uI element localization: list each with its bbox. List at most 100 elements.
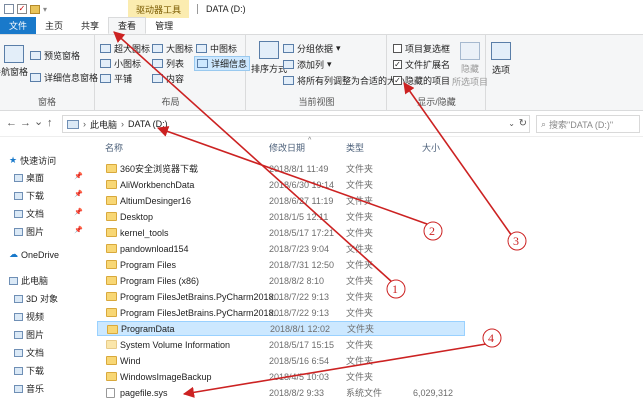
list-option[interactable]: 列表 [152,57,184,70]
file-row[interactable]: AliWorkbenchData 2018/6/30 19:14 文件夹 [97,177,465,192]
pin-icon[interactable]: 📌 [74,190,83,198]
nav-desktop[interactable]: 桌面 [14,171,44,184]
address-dropdown-icon[interactable]: ⌄ [508,119,515,128]
extra-large-icons-option[interactable]: 超大图标 [100,42,150,55]
file-name: AliWorkbenchData [120,179,195,190]
column-header-date[interactable]: 修改日期 [269,141,305,154]
group-by-button[interactable]: 分组依据 ▾ [283,42,341,55]
nav-pictures[interactable]: 图片 [14,225,44,238]
column-header-type[interactable]: 类型 [346,141,364,154]
folder-icon [106,356,117,365]
file-row[interactable]: 360安全浏览器下载 2018/8/1 11:49 文件夹 [97,161,465,176]
nav-downloads[interactable]: 下载 [14,189,44,202]
forward-icon[interactable]: → [20,117,31,129]
file-extensions-label: 文件扩展名 [405,60,451,70]
pin-icon[interactable]: 📌 [74,226,83,234]
file-row[interactable]: Program Files (x86) 2018/8/2 8:10 文件夹 [97,273,465,288]
file-row[interactable]: pagefile.sys 2018/8/2 9:33 系统文件 6,029,31… [97,385,465,400]
details-pane-icon [30,73,41,82]
file-row[interactable]: Program Files 2018/7/31 12:50 文件夹 [97,257,465,272]
small-icons-option[interactable]: 小图标 [100,57,141,70]
details-option[interactable]: 详细信息 [194,56,251,71]
nav-label: 图片 [26,330,45,340]
nav-documents[interactable]: 文档 [14,207,44,220]
preview-pane-button[interactable]: 预览窗格 [30,49,80,62]
tab-file[interactable]: 文件 [0,17,37,34]
nav-3d-objects[interactable]: 3D 对象 [14,292,58,305]
fit-columns-button[interactable]: 将所有列调整为合适的大小 [283,74,405,87]
refresh-icon[interactable]: ↻ [519,118,527,129]
nav-label: 音乐 [26,384,45,394]
hidden-items-checkbox[interactable]: ✓ [393,76,402,85]
tiles-option[interactable]: 平铺 [100,72,132,85]
content-label: 内容 [166,74,185,84]
add-column-button[interactable]: 添加列 ▾ [283,58,332,71]
breadcrumb-this-pc[interactable]: 此电脑 [90,118,117,131]
content-option[interactable]: 内容 [152,72,184,85]
tab-manage[interactable]: 管理 [146,17,182,34]
nav-music[interactable]: 音乐 [14,382,44,395]
item-checkboxes-option[interactable]: 项目复选框 [393,42,450,55]
navigation-pane-button[interactable]: 导航窗格 [0,45,28,78]
extra-large-icons-label: 超大图标 [114,44,151,54]
hide-selected-button[interactable]: 隐藏 所选项目 [452,42,488,88]
hidden-items-option[interactable]: ✓ 隐藏的项目 [393,74,450,87]
pin-icon[interactable]: 📌 [74,208,83,216]
column-header-name[interactable]: 名称 [105,141,123,154]
options-label: 选项 [491,65,510,75]
nav-documents-pc[interactable]: 文档 [14,346,44,359]
file-extensions-checkbox[interactable]: ✓ [393,60,402,69]
list-label: 列表 [166,59,185,69]
properties-icon[interactable] [4,4,14,14]
navigation-pane-label: 导航窗格 [0,67,29,77]
nav-downloads-pc[interactable]: 下载 [14,364,44,377]
file-row[interactable]: kernel_tools 2018/5/17 17:21 文件夹 [97,225,465,240]
nav-label: 视频 [26,312,45,322]
file-extensions-option[interactable]: ✓ 文件扩展名 [393,58,450,71]
nav-quick-access[interactable]: ★ 快速访问 [9,154,56,167]
file-row[interactable]: Desktop 2018/1/5 12:11 文件夹 [97,209,465,224]
back-icon[interactable]: ← [6,117,17,129]
tab-view[interactable]: 查看 [108,17,147,34]
up-icon[interactable]: ↑ [47,117,53,129]
download-icon [14,366,23,375]
recent-locations-icon[interactable]: ⌄ [34,115,43,128]
file-row[interactable]: System Volume Information 2018/5/17 15:1… [97,337,465,352]
item-checkboxes-checkbox[interactable] [393,44,402,53]
sort-by-button[interactable]: 排序方式 [251,41,287,75]
options-button[interactable]: 选项 [491,42,511,76]
file-type: 文件夹 [347,324,375,334]
file-row[interactable]: AltiumDesinger16 2018/6/27 11:19 文件夹 [97,193,465,208]
search-box[interactable]: ⌕ 搜索"DATA (D:)" [536,115,640,133]
tab-home[interactable]: 主页 [36,17,72,34]
file-row[interactable]: WindowsImageBackup 2018/4/5 10:03 文件夹 [97,369,465,384]
layout-group-label: 布局 [161,97,180,107]
file-row[interactable]: Program FilesJetBrains.PyCharm2018... 20… [97,289,465,304]
new-folder-icon[interactable] [30,4,40,14]
nav-videos[interactable]: 视频 [14,310,44,323]
breadcrumb-data-drive[interactable]: DATA (D:) [128,119,168,129]
nav-onedrive[interactable]: ☁ OneDrive [9,249,59,260]
hidden-items-label: 隐藏的项目 [405,76,451,86]
nav-pictures-pc[interactable]: 图片 [14,328,44,341]
medium-icons-icon [196,44,207,53]
checkmark-icon[interactable]: ✓ [17,4,27,14]
download-icon [14,191,23,200]
file-row[interactable]: Wind 2018/5/16 6:54 文件夹 [97,353,465,368]
folder-icon [106,276,117,285]
customize-dropdown-icon[interactable]: ▾ [43,5,47,14]
file-row-selected[interactable]: ProgramData 2018/8/1 12:02 文件夹 [97,321,465,336]
address-bar[interactable]: › 此电脑 › DATA (D:) ⌄ ↻ [62,115,530,133]
details-pane-button[interactable]: 详细信息窗格 [30,71,98,84]
file-row[interactable]: pandownload154 2018/7/23 9:04 文件夹 [97,241,465,256]
tab-share[interactable]: 共享 [72,17,108,34]
tiles-icon [100,74,111,83]
medium-icons-label: 中图标 [210,44,238,54]
large-icons-option[interactable]: 大图标 [152,42,193,55]
quick-access-toolbar: ✓ ▾ [0,4,128,14]
file-row[interactable]: Program FilesJetBrains.PyCharm2018... 20… [97,305,465,320]
pin-icon[interactable]: 📌 [74,172,83,180]
nav-this-pc[interactable]: 此电脑 [9,274,48,287]
column-header-size[interactable]: 大小 [422,141,440,154]
medium-icons-option[interactable]: 中图标 [196,42,237,55]
